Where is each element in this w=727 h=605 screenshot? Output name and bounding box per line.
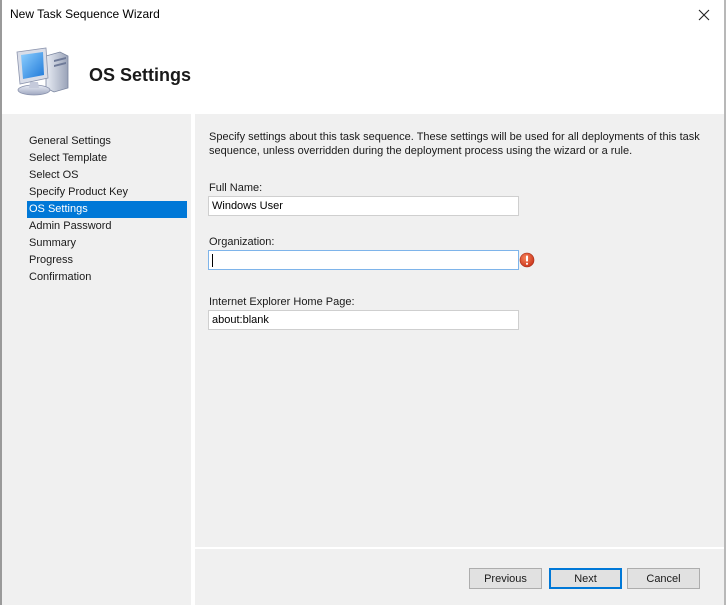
full-name-input[interactable] bbox=[208, 196, 519, 216]
computer-icon bbox=[16, 47, 69, 96]
next-button[interactable]: Next bbox=[549, 568, 622, 589]
close-icon bbox=[698, 9, 710, 21]
page-description: Specify settings about this task sequenc… bbox=[209, 131, 700, 157]
step-summary[interactable]: Summary bbox=[27, 235, 187, 252]
organization-label: Organization: bbox=[209, 236, 275, 248]
wizard-footer: Previous Next Cancel bbox=[195, 549, 724, 605]
previous-button[interactable]: Previous bbox=[469, 568, 542, 589]
window-title: New Task Sequence Wizard bbox=[10, 7, 160, 21]
step-os-settings[interactable]: OS Settings bbox=[27, 201, 187, 218]
page-title: OS Settings bbox=[89, 65, 192, 85]
step-progress[interactable]: Progress bbox=[27, 252, 187, 269]
window-border-right bbox=[724, 0, 726, 605]
ie-home-page-label: Internet Explorer Home Page: bbox=[209, 296, 355, 308]
step-admin-password[interactable]: Admin Password bbox=[27, 218, 187, 235]
step-specify-product-key[interactable]: Specify Product Key bbox=[27, 184, 187, 201]
error-icon bbox=[519, 252, 535, 268]
step-confirmation[interactable]: Confirmation bbox=[27, 269, 187, 286]
full-name-label: Full Name: bbox=[209, 182, 263, 194]
close-button[interactable] bbox=[684, 0, 724, 30]
wizard-header: OS Settings bbox=[2, 30, 724, 114]
ie-home-page-input[interactable] bbox=[208, 310, 519, 330]
cancel-button[interactable]: Cancel bbox=[627, 568, 700, 589]
organization-input[interactable] bbox=[208, 250, 519, 270]
text-caret bbox=[212, 254, 213, 267]
wizard-window: New Task Sequence Wizard OS Settings Gen… bbox=[0, 0, 727, 605]
step-general-settings[interactable]: General Settings bbox=[27, 133, 187, 150]
title-bar: New Task Sequence Wizard bbox=[2, 0, 724, 30]
step-select-os[interactable]: Select OS bbox=[27, 167, 187, 184]
settings-panel: Specify settings about this task sequenc… bbox=[195, 114, 724, 547]
wizard-steps-list: General Settings Select Template Select … bbox=[27, 133, 187, 286]
step-select-template[interactable]: Select Template bbox=[27, 150, 187, 167]
wizard-steps-sidebar: General Settings Select Template Select … bbox=[2, 114, 193, 605]
